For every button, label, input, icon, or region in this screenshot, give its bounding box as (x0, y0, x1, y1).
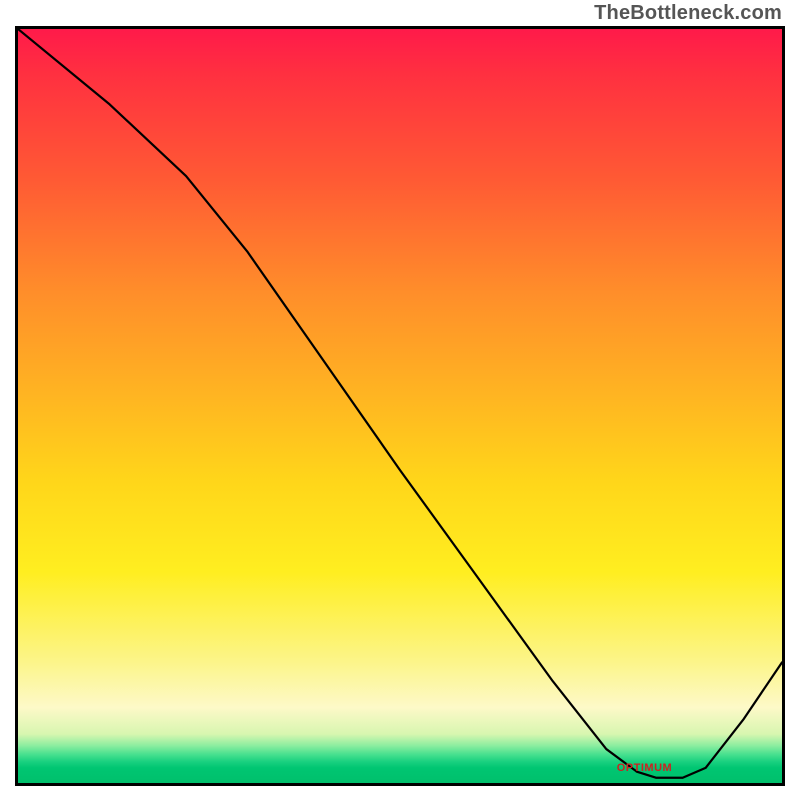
chart-container: TheBottleneck.com OPTIMUM (0, 0, 800, 800)
bottleneck-curve (18, 29, 782, 783)
attribution-text: TheBottleneck.com (594, 2, 782, 25)
optimum-label: OPTIMUM (617, 762, 672, 774)
heatmap-plot: OPTIMUM (15, 26, 785, 786)
